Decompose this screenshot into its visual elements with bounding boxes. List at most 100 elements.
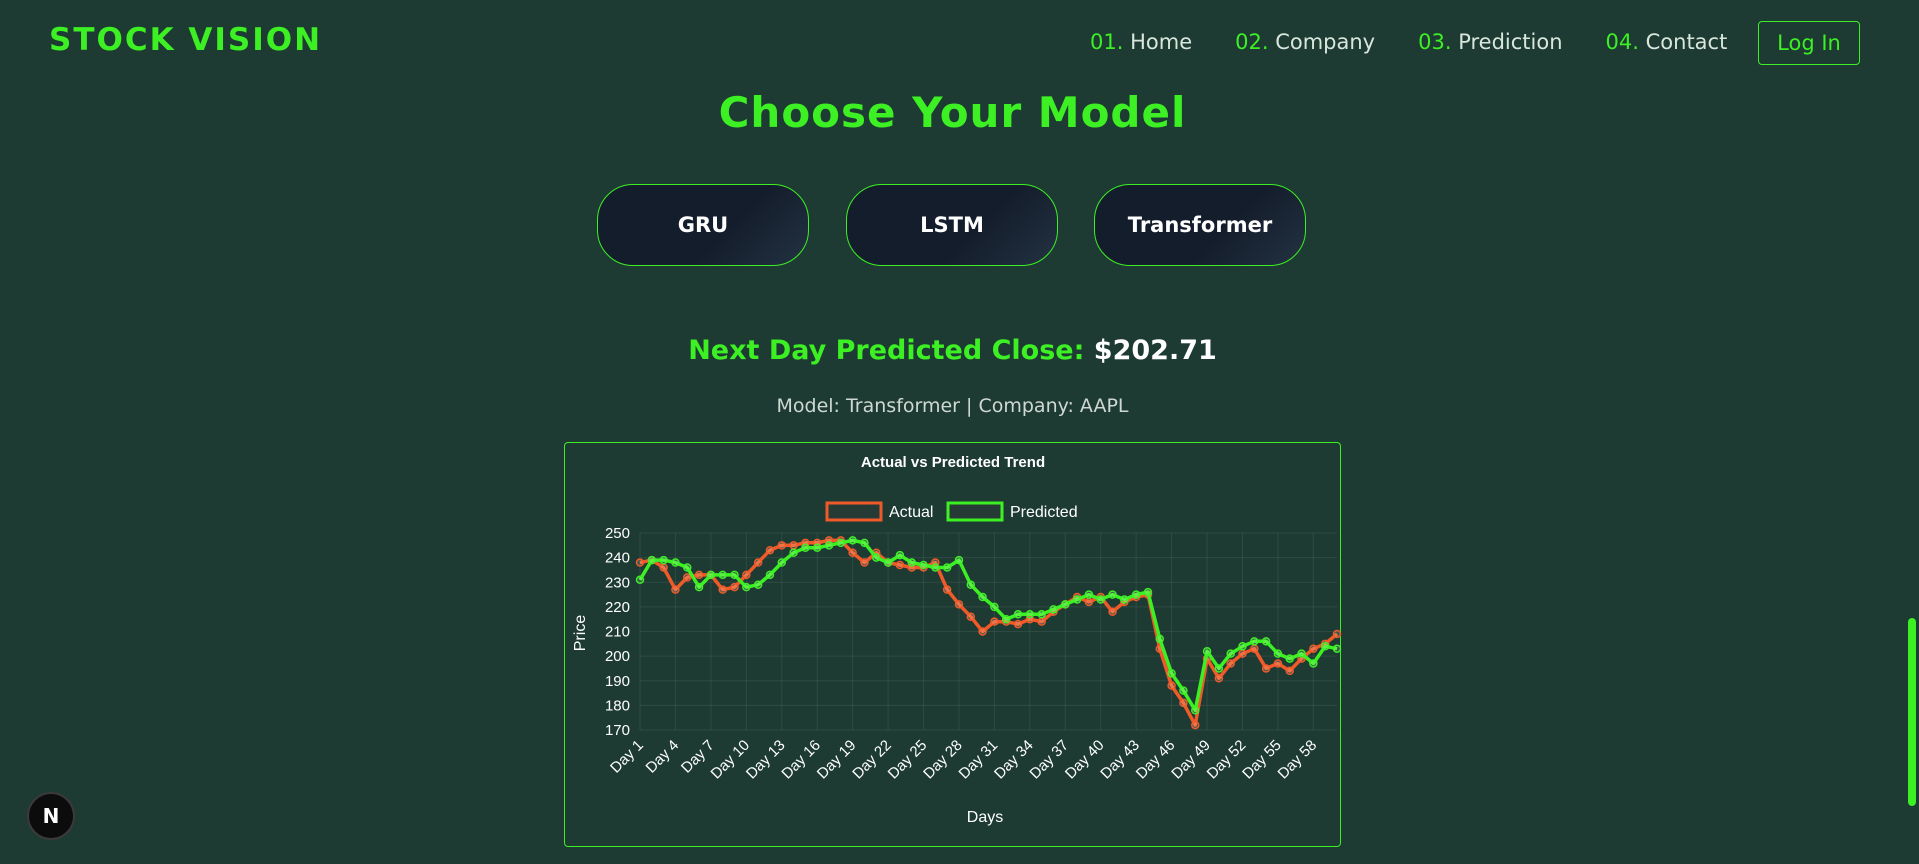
data-point-actual <box>659 563 668 572</box>
data-point-predicted <box>1131 590 1141 599</box>
data-point-predicted <box>942 563 952 572</box>
data-point-predicted <box>848 536 857 545</box>
legend-label-predicted: Predicted <box>1010 504 1078 521</box>
data-point-predicted <box>753 580 763 589</box>
y-tick-label: 240 <box>605 550 630 567</box>
y-tick-label: 230 <box>605 574 630 591</box>
model-button-gru[interactable]: GRU <box>597 184 809 266</box>
y-tick-label: 210 <box>605 624 630 641</box>
logo[interactable]: STOCK VISION <box>49 22 322 58</box>
data-point-actual <box>1250 644 1259 653</box>
nav-company-number: 02. <box>1235 30 1269 54</box>
data-point-predicted <box>801 543 810 553</box>
data-point-predicted <box>860 538 869 548</box>
nav-prediction[interactable]: 03. Prediction <box>1418 30 1562 54</box>
x-axis-title: Days <box>967 809 1003 826</box>
nextjs-badge-icon[interactable]: N <box>27 792 75 840</box>
data-point-predicted <box>883 558 893 567</box>
data-point-predicted <box>777 558 787 567</box>
model-company-info: Model: Transformer | Company: AAPL <box>776 395 1129 417</box>
data-point-actual <box>1037 617 1046 626</box>
nav-company-label: Company <box>1275 30 1376 54</box>
data-point-predicted <box>1226 649 1235 658</box>
page-title: Choose Your Model <box>718 88 1187 137</box>
data-point-actual <box>1273 659 1283 668</box>
data-point-predicted <box>1013 610 1023 619</box>
nav-home-label: Home <box>1130 30 1193 54</box>
data-point-actual <box>1309 644 1318 653</box>
data-point-predicted <box>978 592 987 602</box>
scrollbar-thumb[interactable] <box>1908 618 1916 806</box>
data-point-predicted <box>966 580 976 589</box>
data-point-predicted <box>907 558 916 567</box>
data-point-predicted <box>1320 642 1330 651</box>
prediction-value: $202.71 <box>1093 335 1217 366</box>
y-tick-label: 180 <box>605 697 630 714</box>
data-point-predicted <box>1214 664 1224 673</box>
legend-label-actual: Actual <box>889 504 933 521</box>
data-point-actual <box>990 617 999 626</box>
x-tick-label: Day 4 <box>643 737 683 777</box>
model-button-transformer[interactable]: Transformer <box>1094 184 1306 266</box>
nav-home-number: 01. <box>1090 30 1124 54</box>
x-tick-label: Day 19 <box>814 737 860 783</box>
data-point-predicted <box>1072 595 1082 604</box>
page-scrollbar[interactable] <box>1905 0 1919 864</box>
data-point-actual <box>777 541 787 550</box>
data-point-predicted <box>1297 649 1306 658</box>
data-point-predicted <box>659 555 668 565</box>
data-point-actual <box>635 558 645 567</box>
data-point-predicted <box>1001 614 1011 624</box>
main-nav: 01. Home 02. Company 03. Prediction 04. … <box>1090 30 1770 54</box>
nav-contact-label: Contact <box>1645 30 1728 54</box>
data-point-predicted <box>765 570 775 580</box>
data-point-predicted <box>1084 590 1094 599</box>
data-point-predicted <box>1261 637 1271 646</box>
x-tick-label: Day 22 <box>849 737 895 783</box>
x-tick-label: Day 37 <box>1026 737 1072 783</box>
data-point-predicted <box>1061 600 1070 609</box>
x-tick-label: Day 10 <box>708 737 754 783</box>
data-point-actual <box>1179 698 1188 708</box>
data-point-predicted <box>1155 634 1165 644</box>
x-tick-label: Day 34 <box>991 737 1037 783</box>
data-point-predicted <box>836 538 846 548</box>
x-tick-label: Day 25 <box>885 737 931 783</box>
data-point-predicted <box>1167 669 1176 678</box>
data-point-actual <box>765 545 775 555</box>
data-point-actual <box>860 558 869 567</box>
data-point-predicted <box>1108 590 1117 599</box>
x-tick-label: Day 46 <box>1133 737 1179 783</box>
chart-title: Actual vs Predicted Trend <box>861 454 1045 471</box>
data-point-predicted <box>635 575 645 585</box>
data-point-actual <box>1332 629 1342 639</box>
model-button-lstm[interactable]: LSTM <box>846 184 1058 266</box>
data-point-predicted <box>872 553 881 562</box>
nav-company[interactable]: 02. Company <box>1235 30 1375 54</box>
data-point-actual <box>694 570 704 580</box>
nav-contact-number: 04. <box>1605 30 1639 54</box>
data-point-actual <box>848 548 857 557</box>
data-point-predicted <box>1273 649 1283 658</box>
data-point-predicted <box>1037 610 1046 619</box>
nav-contact[interactable]: 04. Contact <box>1606 30 1728 54</box>
data-point-predicted <box>1025 610 1035 619</box>
login-button[interactable]: Log In <box>1758 21 1860 65</box>
prediction-label: Next Day Predicted Close: <box>688 335 1085 366</box>
data-point-predicted <box>683 563 692 572</box>
x-tick-label: Day 43 <box>1097 737 1143 783</box>
x-tick-label: Day 40 <box>1062 737 1108 783</box>
series-line-actual <box>639 538 1339 727</box>
data-point-actual <box>789 541 798 550</box>
nav-home[interactable]: 01. Home <box>1090 30 1192 54</box>
data-point-actual <box>1108 607 1117 617</box>
trend-chart: Actual vs Predicted Trend Actual Predicted… <box>572 454 1342 826</box>
data-point-actual <box>1238 649 1247 658</box>
data-point-predicted <box>1285 654 1294 663</box>
x-tick-label: Day 52 <box>1204 737 1250 783</box>
data-point-predicted <box>647 555 657 565</box>
data-point-actual <box>730 582 739 592</box>
data-point-actual <box>1013 619 1023 629</box>
y-tick-label: 220 <box>605 599 630 616</box>
x-tick-label: Day 13 <box>743 737 789 783</box>
